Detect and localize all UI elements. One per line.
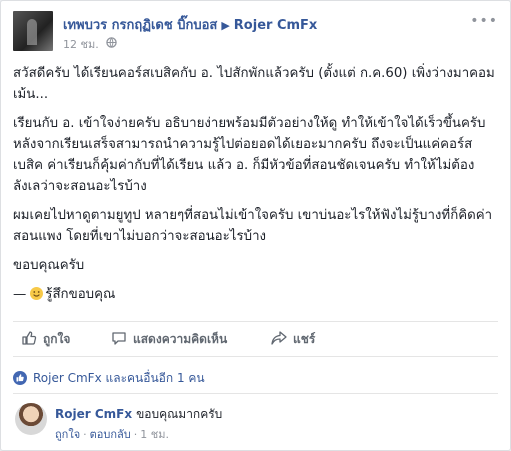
comment-reply-link[interactable]: ตอบกลับ bbox=[90, 428, 131, 441]
comment-button[interactable]: แสดงความคิดเห็น bbox=[111, 330, 227, 349]
privacy-icon bbox=[106, 37, 117, 51]
feeling-dash: — bbox=[13, 287, 27, 302]
like-label: ถูกใจ bbox=[43, 332, 71, 346]
post-paragraph: เรียนกับ อ. เข้าใจง่ายครับ อธิบายง่ายพร้… bbox=[13, 116, 486, 194]
thumbs-up-icon bbox=[21, 331, 43, 346]
comment-links: ถูกใจ · ตอบกลับ · 1 ชม. bbox=[55, 425, 169, 443]
share-icon bbox=[271, 331, 293, 346]
smiley-icon bbox=[30, 287, 44, 300]
commenter-name[interactable]: Rojer CmFx bbox=[55, 407, 132, 421]
comment-label: แสดงความคิดเห็น bbox=[133, 332, 228, 346]
comment-icon bbox=[111, 332, 133, 346]
post-time[interactable]: 12 ชม. bbox=[63, 38, 99, 51]
post-paragraph: ผมเคยไปหาดูตามยูทูป หลายๆที่สอนไม่เข้าใจ… bbox=[13, 208, 493, 244]
post-actions: ถูกใจ แสดงความคิดเห็น แชร์ bbox=[13, 321, 498, 357]
target-name[interactable]: Rojer CmFx bbox=[234, 18, 318, 33]
comment-like-link[interactable]: ถูกใจ bbox=[55, 428, 80, 441]
share-label: แชร์ bbox=[293, 332, 316, 346]
post-title: เทพบวร กรกฤฏิเดช บิ๊กบอส ▶ Rojer CmFx bbox=[63, 14, 317, 35]
post-card: เทพบวร กรกฤฏิเดช บิ๊กบอส ▶ Rojer CmFx 12 ช… bbox=[0, 0, 511, 451]
separator-dot: · bbox=[83, 428, 87, 441]
share-button[interactable]: แชร์ bbox=[271, 330, 315, 349]
comment-text: ขอบคุณมากครับ bbox=[136, 407, 223, 421]
like-badge-icon bbox=[13, 371, 27, 385]
more-options-icon[interactable]: ••• bbox=[470, 13, 498, 29]
divider bbox=[13, 393, 498, 394]
feeling-text[interactable]: รู้สึกขอบคุณ bbox=[45, 287, 115, 302]
author-avatar[interactable] bbox=[13, 11, 53, 51]
comment-time[interactable]: 1 ชม. bbox=[140, 428, 169, 441]
author-name[interactable]: เทพบวร กรกฤฏิเดช บิ๊กบอส bbox=[63, 18, 217, 33]
like-button[interactable]: ถูกใจ bbox=[21, 330, 70, 349]
post-meta: 12 ชม. bbox=[63, 35, 117, 53]
commenter-avatar[interactable] bbox=[15, 403, 47, 435]
arrow-right-icon: ▶ bbox=[221, 19, 230, 32]
likes-summary[interactable]: Rojer CmFx และคนอื่นอีก 1 คน bbox=[13, 369, 205, 388]
comment-bubble: Rojer CmFx ขอบคุณมากครับ bbox=[55, 405, 222, 424]
separator-dot: · bbox=[133, 428, 138, 441]
post-paragraph: ขอบคุณครับ bbox=[13, 258, 85, 273]
likes-summary-text: Rojer CmFx และคนอื่นอีก 1 คน bbox=[33, 371, 205, 385]
post-body: สวัสดีครับ ได้เรียนคอร์สเบสิคกับ อ. ไปสั… bbox=[13, 63, 501, 313]
feeling-line: — รู้สึกขอบคุณ bbox=[13, 284, 501, 305]
post-paragraph: สวัสดีครับ ได้เรียนคอร์สเบสิคกับ อ. ไปสั… bbox=[13, 66, 495, 102]
post-header: เทพบวร กรกฤฏิเดช บิ๊กบอส ▶ Rojer CmFx 12 ช… bbox=[13, 11, 498, 53]
